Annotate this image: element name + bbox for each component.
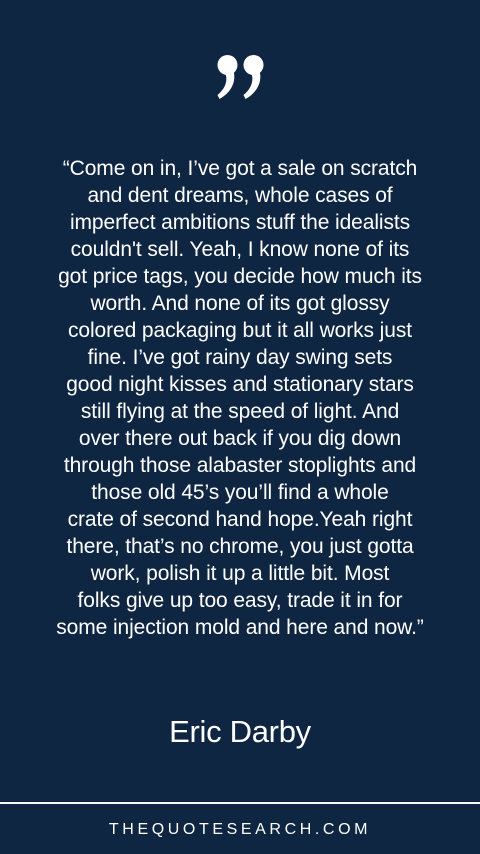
quote-mark-icon bbox=[217, 55, 264, 99]
site-name: THEQUOTESEARCH.COM bbox=[108, 821, 372, 838]
footer-divider bbox=[0, 802, 480, 804]
quote-text: “Come on in, I’ve got a sale on scratch … bbox=[56, 157, 424, 639]
quote-author: Eric Darby bbox=[169, 714, 311, 749]
